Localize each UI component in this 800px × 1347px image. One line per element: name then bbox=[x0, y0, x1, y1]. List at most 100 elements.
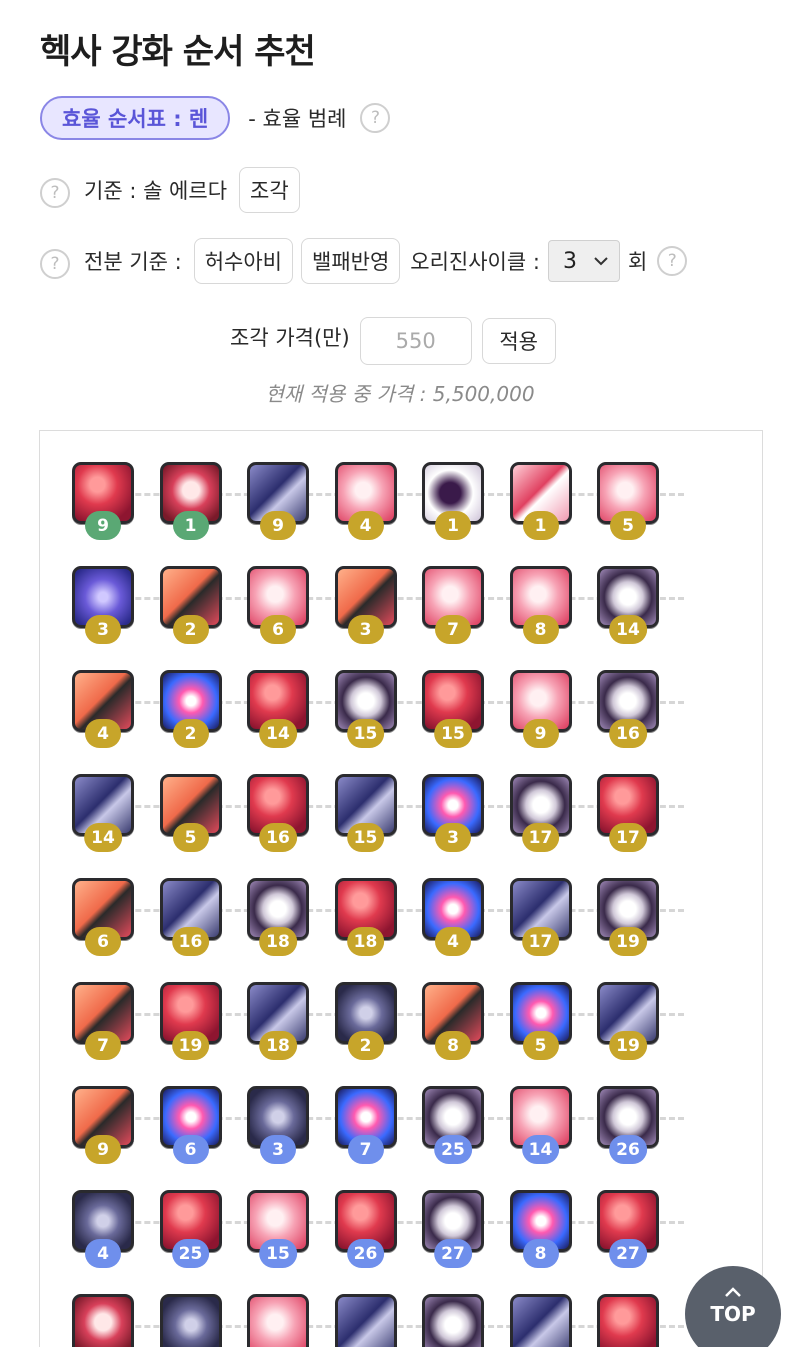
skill-step[interactable] bbox=[422, 1294, 484, 1347]
skill-step[interactable]: 27 bbox=[422, 1190, 484, 1270]
skill-step[interactable]: 27 bbox=[597, 1190, 659, 1270]
skill-level-badge: 6 bbox=[172, 1135, 209, 1164]
ratio-help-icon[interactable]: ? bbox=[40, 249, 70, 279]
skill-step[interactable]: 17 bbox=[509, 878, 572, 958]
skill-step[interactable]: 3 bbox=[334, 566, 397, 646]
efficiency-legend-label: - 효율 범례 bbox=[248, 107, 347, 131]
skill-step[interactable]: 2 bbox=[159, 670, 222, 750]
skill-step[interactable]: 19 bbox=[597, 878, 659, 958]
skill-level-badge: 5 bbox=[522, 1031, 559, 1060]
skill-level-badge: 4 bbox=[85, 719, 121, 748]
skill-step[interactable]: 26 bbox=[597, 1086, 659, 1166]
skill-level-badge: 15 bbox=[346, 823, 385, 852]
skill-level-badge: 27 bbox=[609, 1239, 647, 1268]
skill-step[interactable]: 2 bbox=[159, 566, 222, 646]
skill-step[interactable]: 17 bbox=[509, 774, 572, 854]
skill-step[interactable]: 15 bbox=[422, 670, 484, 750]
skill-step[interactable]: 4 bbox=[72, 1190, 134, 1270]
skill-step[interactable]: 8 bbox=[509, 1190, 572, 1270]
skill-step[interactable]: 6 bbox=[159, 1086, 222, 1166]
skill-level-badge: 19 bbox=[609, 1031, 647, 1060]
skill-step[interactable]: 14 bbox=[597, 566, 659, 646]
skill-step[interactable]: 5 bbox=[597, 462, 659, 542]
skill-level-badge: 19 bbox=[609, 927, 647, 956]
skill-step[interactable] bbox=[597, 1294, 659, 1347]
skill-step[interactable]: 3 bbox=[247, 1086, 309, 1166]
skill-step[interactable]: 14 bbox=[72, 774, 134, 854]
skill-step[interactable]: 14 bbox=[509, 1086, 572, 1166]
skill-step[interactable]: 8 bbox=[422, 982, 484, 1062]
origin-cycle-select[interactable]: 3 bbox=[547, 240, 620, 282]
skill-level-badge: 1 bbox=[172, 511, 209, 540]
skill-step[interactable]: 19 bbox=[159, 982, 222, 1062]
skill-step[interactable]: 1 bbox=[159, 462, 222, 542]
skill-level-badge: 9 bbox=[85, 511, 121, 540]
skill-step[interactable]: 16 bbox=[597, 670, 659, 750]
skill-step[interactable]: 15 bbox=[334, 774, 397, 854]
skill-level-badge: 3 bbox=[85, 615, 121, 644]
skill-step[interactable]: 7 bbox=[334, 1086, 397, 1166]
skill-step[interactable]: 4 bbox=[72, 670, 134, 750]
skill-step[interactable]: 16 bbox=[159, 878, 222, 958]
skill-step[interactable]: 4 bbox=[334, 462, 397, 542]
skill-step[interactable]: 18 bbox=[247, 878, 309, 958]
skill-step[interactable] bbox=[509, 1294, 572, 1347]
skill-step[interactable] bbox=[72, 1294, 134, 1347]
skill-level-badge: 8 bbox=[435, 1031, 471, 1060]
skill-step[interactable]: 1 bbox=[422, 462, 484, 542]
skill-step[interactable]: 15 bbox=[334, 670, 397, 750]
skill-step[interactable]: 6 bbox=[72, 878, 134, 958]
skill-step[interactable]: 9 bbox=[72, 1086, 134, 1166]
efficiency-row: 효율 순서표 : 렌 - 효율 범례 ? bbox=[40, 96, 391, 140]
skill-step[interactable]: 15 bbox=[247, 1190, 309, 1270]
skill-step[interactable]: 7 bbox=[72, 982, 134, 1062]
skill-level-badge: 6 bbox=[85, 927, 121, 956]
skill-step[interactable]: 16 bbox=[247, 774, 309, 854]
efficiency-order-button[interactable]: 효율 순서표 : 렌 bbox=[40, 96, 231, 140]
skill-step[interactable] bbox=[334, 1294, 397, 1347]
skill-level-badge: 3 bbox=[260, 1135, 296, 1164]
skill-step[interactable]: 3 bbox=[72, 566, 134, 646]
dummy-button[interactable]: 허수아비 bbox=[193, 238, 293, 284]
skill-step[interactable]: 5 bbox=[509, 982, 572, 1062]
skill-row: 14 5 16 15 3 17 17 bbox=[40, 774, 762, 854]
skill-level-badge: 15 bbox=[346, 719, 385, 748]
ratio-label: 전분 기준 : bbox=[84, 250, 182, 274]
skill-step[interactable]: 19 bbox=[597, 982, 659, 1062]
skill-step[interactable]: 25 bbox=[422, 1086, 484, 1166]
skill-level-badge: 9 bbox=[85, 1135, 121, 1164]
skill-step[interactable]: 6 bbox=[247, 566, 309, 646]
top-button[interactable]: TOP bbox=[685, 1266, 781, 1347]
skill-step[interactable]: 8 bbox=[509, 566, 572, 646]
skill-step[interactable]: 1 bbox=[509, 462, 572, 542]
skill-step[interactable]: 4 bbox=[422, 878, 484, 958]
skill-step[interactable] bbox=[159, 1294, 222, 1347]
skill-row: 3 2 6 3 7 8 14 bbox=[40, 566, 762, 646]
skill-step[interactable]: 3 bbox=[422, 774, 484, 854]
fragment-button[interactable]: 조각 bbox=[239, 167, 300, 213]
skill-level-badge: 14 bbox=[84, 823, 122, 852]
criteria-help-icon[interactable]: ? bbox=[40, 178, 70, 208]
skill-step[interactable]: 2 bbox=[334, 982, 397, 1062]
skill-step[interactable] bbox=[247, 1294, 309, 1347]
skill-step[interactable]: 5 bbox=[159, 774, 222, 854]
fragment-price-input[interactable]: 550 bbox=[359, 317, 472, 365]
skill-level-badge: 7 bbox=[347, 1135, 384, 1164]
skill-step[interactable]: 9 bbox=[72, 462, 134, 542]
skill-row: 7 19 18 2 8 5 19 bbox=[40, 982, 762, 1062]
skill-level-badge: 18 bbox=[259, 927, 297, 956]
skill-step[interactable]: 17 bbox=[597, 774, 659, 854]
apply-price-button[interactable]: 적용 bbox=[481, 318, 556, 364]
skill-step[interactable]: 25 bbox=[159, 1190, 222, 1270]
efficiency-help-icon[interactable]: ? bbox=[360, 103, 391, 133]
skill-step[interactable]: 14 bbox=[247, 670, 309, 750]
chevron-down-icon bbox=[594, 257, 608, 266]
cycle-help-icon[interactable]: ? bbox=[657, 246, 688, 276]
skill-step[interactable]: 9 bbox=[247, 462, 309, 542]
skill-step[interactable]: 9 bbox=[509, 670, 572, 750]
skill-step[interactable]: 26 bbox=[334, 1190, 397, 1270]
skill-step[interactable]: 18 bbox=[247, 982, 309, 1062]
balance-patch-button[interactable]: 밸패반영 bbox=[301, 238, 401, 284]
skill-step[interactable]: 18 bbox=[334, 878, 397, 958]
skill-step[interactable]: 7 bbox=[422, 566, 484, 646]
